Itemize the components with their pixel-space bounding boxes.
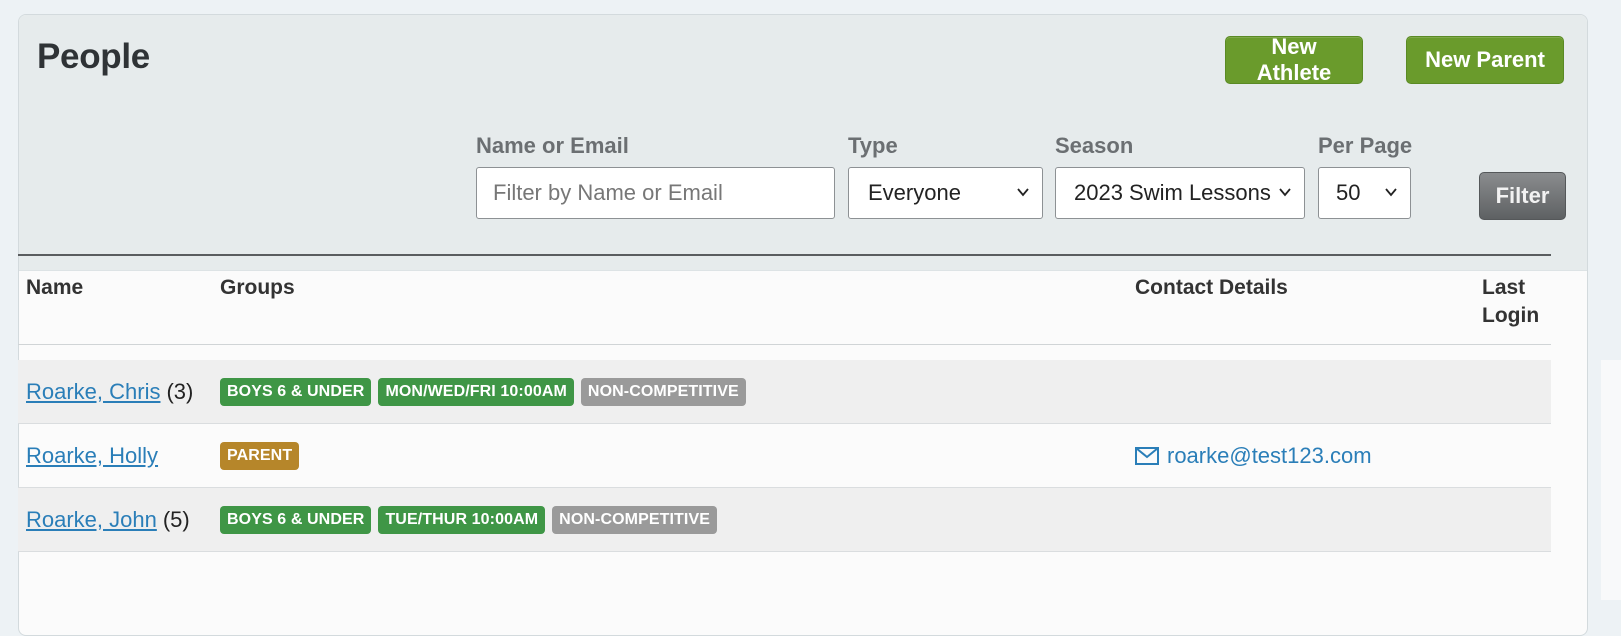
- group-tag: TUE/THUR 10:00AM: [378, 505, 546, 534]
- season-select[interactable]: 2023 Swim Lessons: [1055, 167, 1305, 219]
- per-page-select-value: 50: [1336, 180, 1361, 205]
- email-text: roarke@test123.com: [1167, 442, 1372, 468]
- group-tag: BOYS 6 & UNDER: [220, 377, 372, 406]
- page-background-strip-light: [1601, 360, 1621, 600]
- table-row: Roarke, Chris (3) BOYS 6 & UNDER MON/WED…: [18, 360, 1551, 424]
- per-page-select[interactable]: 50: [1318, 167, 1411, 219]
- table-row: Roarke, Holly PARENT roarke@test123.com: [18, 424, 1551, 488]
- person-link[interactable]: Roarke, Holly: [26, 443, 158, 469]
- name-email-label: Name or Email: [476, 133, 629, 158]
- name-email-field[interactable]: [476, 167, 835, 219]
- table-spacer: [18, 345, 1551, 360]
- table-header: Name Groups Contact Details Last Login: [18, 256, 1551, 345]
- name-email-input[interactable]: [491, 179, 834, 207]
- person-count: (5): [162, 506, 190, 532]
- column-header-name[interactable]: Name: [26, 274, 83, 302]
- person-link[interactable]: Roarke, Chris: [26, 379, 160, 405]
- group-tag: MON/WED/FRI 10:00AM: [378, 377, 574, 406]
- type-select[interactable]: Everyone: [848, 167, 1043, 219]
- season-label: Season: [1055, 133, 1134, 158]
- person-link[interactable]: Roarke, John: [26, 507, 157, 533]
- name-cell: Roarke, Holly: [26, 424, 158, 487]
- name-cell: Roarke, John (5): [26, 488, 190, 551]
- table-row: Roarke, John (5) BOYS 6 & UNDER TUE/THUR…: [18, 488, 1551, 552]
- chevron-down-icon: [1279, 188, 1291, 197]
- column-header-contact: Contact Details: [1135, 276, 1288, 299]
- page-title: People: [37, 37, 150, 76]
- type-label: Type: [848, 133, 898, 158]
- column-header-groups: Groups: [220, 276, 295, 299]
- groups-cell: BOYS 6 & UNDER TUE/THUR 10:00AM NON-COMP…: [220, 488, 718, 551]
- group-tag: NON-COMPETITIVE: [580, 377, 746, 406]
- group-tag: PARENT: [220, 441, 300, 470]
- column-header-last-login-line1: Last: [1482, 276, 1526, 299]
- panel-header: People New Athlete New Parent Name or Em…: [19, 15, 1587, 271]
- group-tag: NON-COMPETITIVE: [552, 505, 718, 534]
- new-athlete-button[interactable]: New Athlete: [1225, 34, 1363, 85]
- mail-icon: [1135, 446, 1159, 465]
- filter-button[interactable]: Filter: [1479, 172, 1566, 220]
- column-header-last-login-line2: Login: [1482, 304, 1540, 327]
- column-header-last-login[interactable]: Last Login: [1482, 274, 1539, 330]
- group-tag: BOYS 6 & UNDER: [220, 505, 372, 534]
- people-table: Name Groups Contact Details Last Login R…: [18, 254, 1551, 552]
- name-cell: Roarke, Chris (3): [26, 360, 193, 423]
- groups-cell: PARENT: [220, 424, 300, 487]
- season-select-value: 2023 Swim Lessons: [1074, 180, 1271, 205]
- per-page-label: Per Page: [1318, 133, 1413, 158]
- chevron-down-icon: [1385, 188, 1397, 197]
- type-select-value: Everyone: [868, 180, 961, 205]
- email-link[interactable]: roarke@test123.com: [1135, 424, 1372, 487]
- new-parent-button[interactable]: New Parent: [1406, 36, 1564, 84]
- chevron-down-icon: [1017, 188, 1029, 197]
- person-count: (3): [166, 378, 194, 404]
- groups-cell: BOYS 6 & UNDER MON/WED/FRI 10:00AM NON-C…: [220, 360, 746, 423]
